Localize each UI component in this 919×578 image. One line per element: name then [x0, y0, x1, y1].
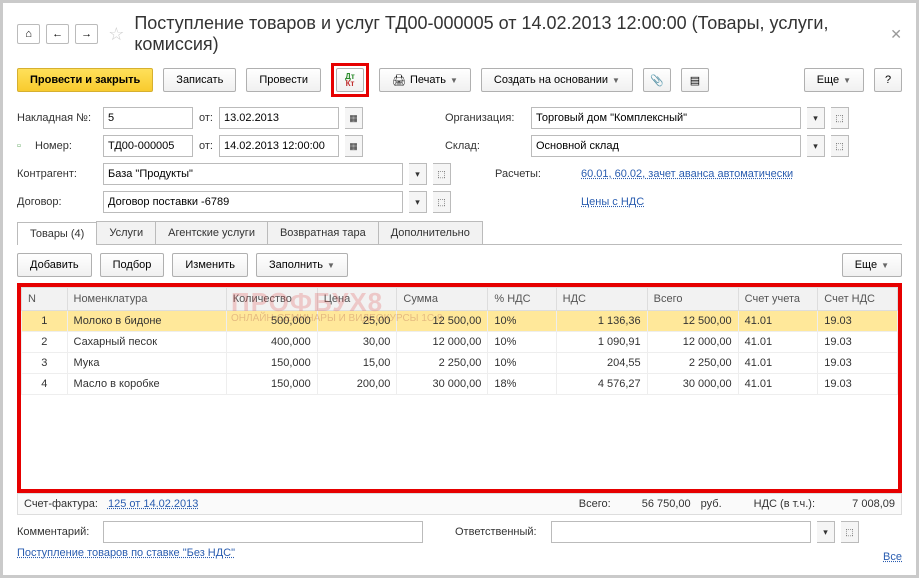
col-vat-account[interactable]: Счет НДС	[818, 288, 898, 311]
chevron-down-icon: ▼	[612, 76, 620, 85]
vat-label: НДС (в т.ч.):	[754, 498, 815, 510]
dropdown-icon[interactable]: ▾	[817, 521, 835, 543]
close-icon[interactable]: ✕	[890, 26, 902, 43]
home-button[interactable]: ⌂	[17, 24, 40, 44]
highlighted-dtkt: ДтКт	[331, 63, 369, 97]
calendar-icon[interactable]: ▦	[345, 107, 363, 129]
all-link[interactable]: Все	[883, 551, 902, 563]
org-label: Организация:	[445, 112, 525, 124]
contract-input[interactable]	[103, 191, 403, 213]
invoice-facture-label: Счет-фактура:	[24, 498, 98, 510]
attach-button[interactable]: 📎	[643, 68, 671, 92]
warehouse-label: Склад:	[445, 140, 525, 152]
table-row[interactable]: 3Мука150,00015,002 250,0010%204,552 250,…	[22, 353, 898, 374]
fill-button[interactable]: Заполнить ▼	[256, 253, 348, 277]
tab-returnable[interactable]: Возвратная тара	[267, 221, 379, 244]
responsible-label: Ответственный:	[455, 526, 545, 538]
post-button[interactable]: Провести	[246, 68, 321, 92]
col-total[interactable]: Всего	[647, 288, 738, 311]
tab-agent[interactable]: Агентские услуги	[155, 221, 268, 244]
comment-label: Комментарий:	[17, 526, 97, 538]
col-vat-pct[interactable]: % НДС	[488, 288, 556, 311]
number-label: Номер:	[35, 140, 97, 152]
print-button[interactable]: 🖨 Печать ▼	[379, 68, 471, 92]
settlements-label: Расчеты:	[495, 168, 575, 180]
open-icon[interactable]: ⬚	[433, 191, 451, 213]
invoice-facture-link[interactable]: 125 от 14.02.2013	[108, 498, 198, 510]
warehouse-input[interactable]	[531, 135, 801, 157]
contragent-input[interactable]	[103, 163, 403, 185]
col-account[interactable]: Счет учета	[738, 288, 818, 311]
invoice-no-input[interactable]	[103, 107, 193, 129]
invoice-label: Накладная №:	[17, 112, 97, 124]
vat-prices-link[interactable]: Цены с НДС	[581, 196, 644, 208]
org-input[interactable]	[531, 107, 801, 129]
goods-table[interactable]: N Номенклатура Количество Цена Сумма % Н…	[21, 287, 898, 395]
tab-services[interactable]: Услуги	[96, 221, 156, 244]
doc-date-input[interactable]	[219, 135, 339, 157]
table-row[interactable]: 4Масло в коробке150,000200,0030 000,0018…	[22, 374, 898, 395]
responsible-input[interactable]	[551, 521, 811, 543]
total-label: Всего:	[579, 498, 611, 510]
status-icon: ▫	[17, 140, 29, 152]
from2-label: от:	[199, 140, 213, 152]
col-sum[interactable]: Сумма	[397, 288, 488, 311]
back-button[interactable]: ←	[46, 24, 69, 44]
more-button[interactable]: Еще ▼	[804, 68, 864, 92]
comment-input[interactable]	[103, 521, 423, 543]
open-icon[interactable]: ⬚	[433, 163, 451, 185]
dtkt-button[interactable]: ДтКт	[336, 68, 364, 92]
contract-label: Договор:	[17, 196, 97, 208]
col-nomenclature[interactable]: Номенклатура	[67, 288, 226, 311]
col-qty[interactable]: Количество	[226, 288, 317, 311]
chevron-down-icon: ▼	[843, 76, 851, 85]
total-value: 56 750,00	[621, 498, 691, 510]
number-input[interactable]	[103, 135, 193, 157]
open-icon[interactable]: ⬚	[831, 107, 849, 129]
post-close-button[interactable]: Провести и закрыть	[17, 68, 153, 92]
chevron-down-icon: ▼	[881, 261, 889, 270]
page-title: Поступление товаров и услуг ТД00-000005 …	[134, 13, 884, 55]
open-icon[interactable]: ⬚	[841, 521, 859, 543]
table-row[interactable]: 1Молоко в бидоне500,00025,0012 500,0010%…	[22, 311, 898, 332]
dtkt-icon: ДтКт	[345, 73, 355, 87]
invoice-date-input[interactable]	[219, 107, 339, 129]
vat-value: 7 008,09	[825, 498, 895, 510]
forward-button[interactable]: →	[75, 24, 98, 44]
report-button[interactable]: ▤	[681, 68, 709, 92]
goods-table-wrap: ПРОФБУХ8 ОНЛАЙН-СЕМИНАРЫ И ВИДЕОКУРСЫ 1С…	[17, 283, 902, 493]
add-button[interactable]: Добавить	[17, 253, 92, 277]
tab-goods[interactable]: Товары (4)	[17, 222, 97, 245]
col-price[interactable]: Цена	[317, 288, 397, 311]
edit-button[interactable]: Изменить	[172, 253, 248, 277]
from-label: от:	[199, 112, 213, 124]
pick-button[interactable]: Подбор	[100, 253, 165, 277]
open-icon[interactable]: ⬚	[831, 135, 849, 157]
print-icon: 🖨	[392, 74, 406, 87]
bottom-link[interactable]: Поступление товаров по ставке "Без НДС"	[17, 547, 235, 559]
dropdown-icon[interactable]: ▾	[409, 163, 427, 185]
dropdown-icon[interactable]: ▾	[409, 191, 427, 213]
save-button[interactable]: Записать	[163, 68, 236, 92]
settlements-link[interactable]: 60.01, 60.02, зачет аванса автоматически	[581, 168, 793, 180]
currency: руб.	[701, 498, 722, 510]
favorite-star-icon[interactable]: ☆	[108, 24, 124, 45]
col-n[interactable]: N	[22, 288, 68, 311]
create-based-button[interactable]: Создать на основании ▼	[481, 68, 633, 92]
chevron-down-icon: ▼	[327, 261, 335, 270]
help-button[interactable]: ?	[874, 68, 902, 92]
table-row[interactable]: 2Сахарный песок400,00030,0012 000,0010%1…	[22, 332, 898, 353]
tab-additional[interactable]: Дополнительно	[378, 221, 483, 244]
dropdown-icon[interactable]: ▾	[807, 107, 825, 129]
dropdown-icon[interactable]: ▾	[807, 135, 825, 157]
table-more-button[interactable]: Еще ▼	[842, 253, 902, 277]
calendar-icon[interactable]: ▦	[345, 135, 363, 157]
col-vat[interactable]: НДС	[556, 288, 647, 311]
contragent-label: Контрагент:	[17, 168, 97, 180]
chevron-down-icon: ▼	[450, 76, 458, 85]
